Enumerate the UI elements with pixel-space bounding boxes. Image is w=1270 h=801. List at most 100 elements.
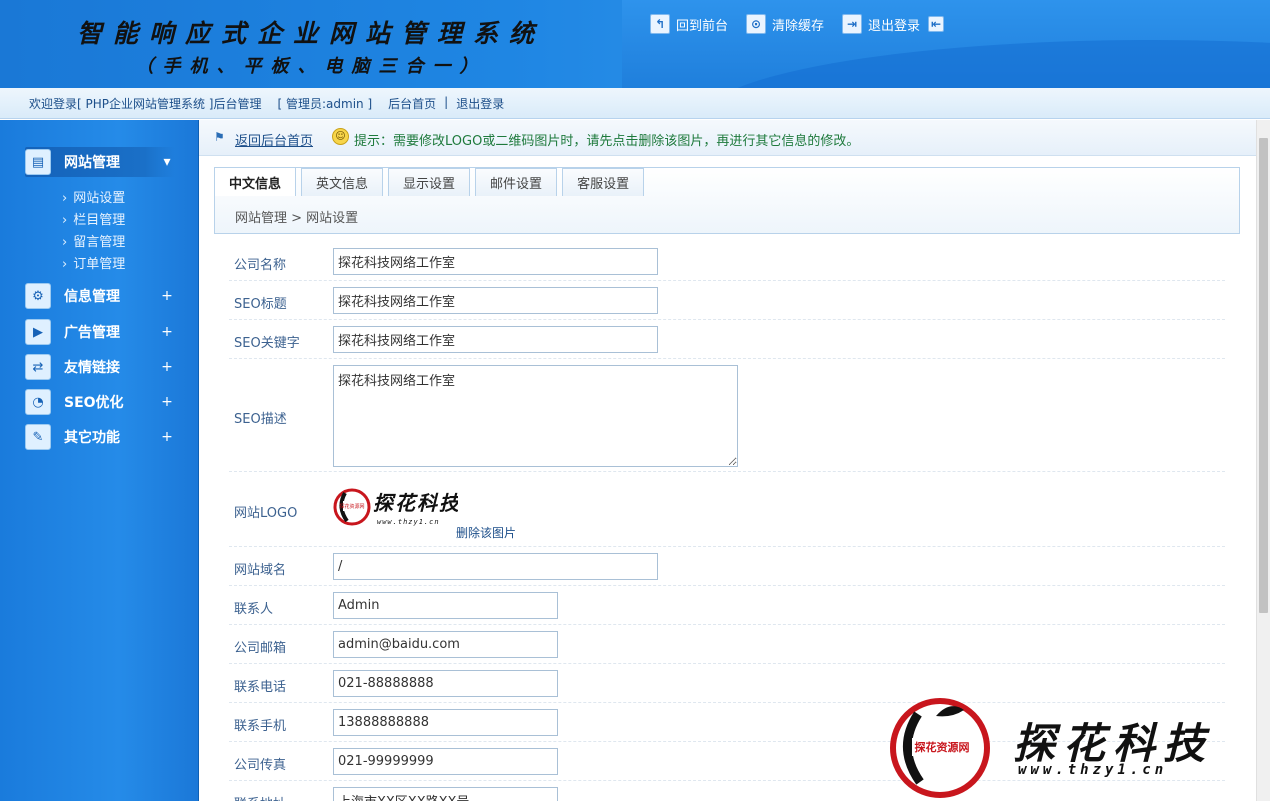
breadcrumb: 网站管理 > 网站设置 [235,211,359,226]
seo-title-label: SEO标题 [234,297,287,312]
gear-icon: ⚙ [25,283,51,309]
contact-label: 联系人 [234,602,274,617]
form-row-company-name: 公司名称 [229,242,1225,281]
trash-icon: ⊙ [746,14,767,34]
form-row-email: 公司邮箱 [229,625,1225,664]
play-icon: ▶ [25,319,51,345]
settings-panel: 中文信息 英文信息 显示设置 邮件设置 客服设置 网站管理 > 网站设置 [214,167,1240,234]
phone-label: 联系电话 [234,680,287,695]
mobile-label: 联系手机 [234,719,287,734]
seo-title-input[interactable] [333,287,658,314]
nav-group-label: 信息管理 [64,289,120,305]
header-banner: 智能响应式企业网站管理系统 （手机、平板、电脑三合一） ↰ 回到前台 ⊙ 清除缓… [0,0,1270,88]
email-input[interactable] [333,631,558,658]
nav-group-seo[interactable]: ◔ SEO优化 + [25,387,175,417]
back-to-front-label: 回到前台 [676,18,729,34]
nav-group-links[interactable]: ⇄ 友情链接 + [25,352,175,382]
email-label: 公司邮箱 [234,641,287,656]
app-subtitle: （手机、平板、电脑三合一） [135,56,487,77]
admin-home-link[interactable]: 后台首页 [388,95,436,112]
app-title: 智能响应式企业网站管理系统 [76,19,545,48]
smile-icon: ☺ [332,128,349,145]
seo-keywords-input[interactable] [333,326,658,353]
domain-input[interactable] [333,553,658,580]
tab-display-settings[interactable]: 显示设置 [388,168,471,196]
seo-keywords-label: SEO关键字 [234,336,300,351]
website-manage-icon: ▤ [25,149,51,175]
sidebar-item-messages[interactable]: 留言管理 [62,231,125,250]
domain-label: 网站域名 [234,563,287,578]
nav-group-website-manage[interactable]: ▤ 网站管理 ▾ [25,147,175,177]
watermark: 探花资源网 探花科技 www.thzy1.cn [888,696,1270,801]
tab-mail-settings[interactable]: 邮件设置 [475,168,558,196]
top-links: ↰ 回到前台 ⊙ 清除缓存 ⇥ 退出登录 ⇤ [650,14,945,34]
form-row-seo-desc: SEO描述 探花科技网络工作室 [229,359,1225,472]
form-row-logo: 网站LOGO 探花资源网 探花科技 www.thzy1.cn 删除该图片 [229,472,1225,547]
delete-logo-link[interactable]: 删除该图片 [456,524,516,541]
expand-icon: + [161,429,173,445]
fax-input[interactable] [333,748,558,775]
scroll-thumb[interactable] [1259,138,1268,613]
welcome-bar: 欢迎登录[ PHP企业网站管理系统 ]后台管理 [ 管理员:admin ] 后台… [0,88,1270,119]
expand-icon: + [161,359,173,375]
form-row-seo-title: SEO标题 [229,281,1225,320]
logo-url: www.thzy1.cn [377,518,440,526]
tool-icon: ✎ [25,424,51,450]
tab-bar: 中文信息 英文信息 显示设置 邮件设置 客服设置 [214,167,649,196]
clear-cache-link[interactable]: ⊙ 清除缓存 [746,14,824,34]
nav-group-label: 广告管理 [64,325,120,341]
nav-group-label: 其它功能 [64,430,120,446]
sidebar: ▤ 网站管理 ▾ 网站设置 栏目管理 留言管理 订单管理 ⚙ 信息管理 + ▶ … [0,120,199,801]
expand-icon: + [161,288,173,304]
welcome-logout-link[interactable]: 退出登录 [456,95,504,112]
svg-text:探花资源网: 探花资源网 [339,503,364,510]
back-admin-home-link[interactable]: 返回后台首页 [235,130,313,149]
expand-icon: + [161,324,173,340]
back-to-front-link[interactable]: ↰ 回到前台 [650,14,728,34]
site-logo-image: 探花资源网 探花科技 www.thzy1.cn [333,488,458,526]
watermark-url: www.thzy1.cn [1018,762,1168,778]
tab-chinese-info[interactable]: 中文信息 [214,167,297,196]
contact-input[interactable] [333,592,558,619]
nav-group-other[interactable]: ✎ 其它功能 + [25,422,175,452]
nav-group-label: 网站管理 [64,155,120,171]
logout-icon: ⇥ [842,14,863,34]
tip-text: 提示：需要修改LOGO或二维码图片时，请先点击删除该图片，再进行其它信息的修改。 [354,134,860,149]
expand-icon: + [161,394,173,410]
logout-exit-icon: ⇤ [928,16,945,32]
address-input[interactable] [333,787,558,801]
sidebar-item-columns[interactable]: 栏目管理 [62,209,125,228]
mobile-input[interactable] [333,709,558,736]
chat-icon: ◔ [25,389,51,415]
logout-link[interactable]: ⇥ 退出登录 ⇤ [842,14,945,34]
seo-desc-textarea[interactable]: 探花科技网络工作室 [333,365,738,467]
welcome-text: 欢迎登录[ PHP企业网站管理系统 ]后台管理 [29,97,262,111]
company-name-label: 公司名称 [234,258,287,273]
form-row-domain: 网站域名 [229,547,1225,586]
phone-input[interactable] [333,670,558,697]
home-flag-icon: ⚑ [214,130,225,144]
tab-english-info[interactable]: 英文信息 [301,168,384,196]
collapse-icon: ▾ [163,154,171,170]
link-icon: ⇄ [25,354,51,380]
nav-group-label: SEO优化 [64,395,124,411]
nav-group-label: 友情链接 [64,360,120,376]
sidebar-item-orders[interactable]: 订单管理 [62,253,125,272]
logout-label: 退出登录 [868,18,921,34]
seo-desc-label: SEO描述 [234,412,287,427]
nav-group-ads[interactable]: ▶ 广告管理 + [25,317,175,347]
address-label: 联系地址 [234,793,286,801]
company-name-input[interactable] [333,248,658,275]
tab-service-settings[interactable]: 客服设置 [562,168,645,196]
watermark-badge: 探花资源网 [915,740,970,754]
welcome-separator: | [444,95,449,109]
sidebar-item-site-settings[interactable]: 网站设置 [62,187,125,206]
tip-bar: ⚑ 返回后台首页 ☺ 提示：需要修改LOGO或二维码图片时，请先点击删除该图片，… [199,120,1256,156]
form-row-seo-keywords: SEO关键字 [229,320,1225,359]
form-row-contact: 联系人 [229,586,1225,625]
clear-cache-label: 清除缓存 [772,18,825,34]
admin-text: [ 管理员:admin ] [277,97,373,111]
logo-label: 网站LOGO [234,506,298,521]
nav-group-info[interactable]: ⚙ 信息管理 + [25,281,175,311]
logo-text: 探花科技 [373,491,458,515]
